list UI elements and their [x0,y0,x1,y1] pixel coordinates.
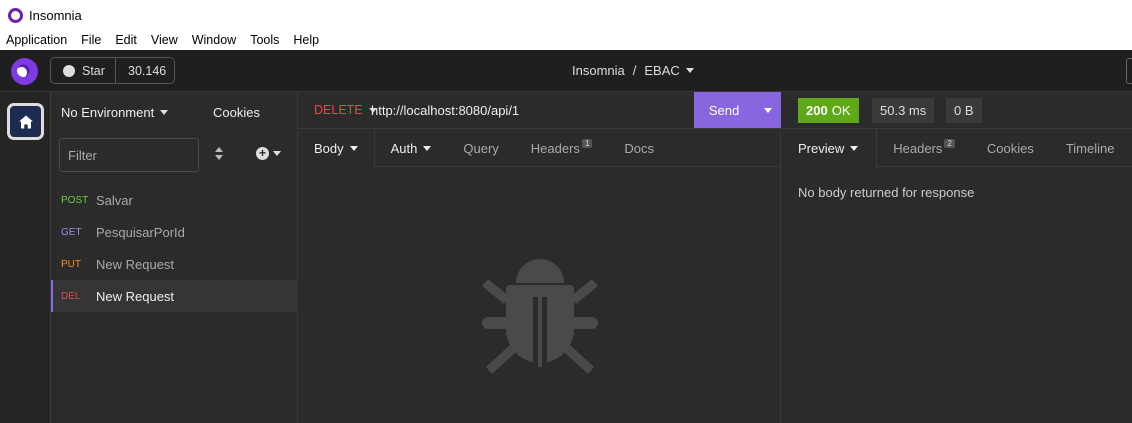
request-item-salvar[interactable]: POST Salvar [51,184,298,216]
request-tabs: Body Auth Query Headers 1 Docs [298,129,780,168]
header-edge-control[interactable] [1126,58,1132,84]
method-select[interactable]: DELETE [314,103,377,117]
sidebar: No Environment Cookies + POST Salvar GET… [51,92,298,423]
chevron-down-icon [160,110,169,115]
method-badge: POST [61,194,89,206]
filter-input[interactable] [59,138,199,172]
tab-query[interactable]: Query [447,129,514,167]
nav-rail [0,92,51,423]
send-options-dropdown[interactable] [754,107,781,113]
response-headers-count-badge: 2 [944,138,955,148]
tab-body[interactable]: Body [298,129,375,168]
chevron-down-icon [349,146,358,151]
tab-timeline-label: Timeline [1065,140,1115,156]
tab-headers-label: Headers [530,140,580,156]
star-label: Star [82,63,105,78]
cookies-button[interactable]: Cookies [213,105,260,120]
breadcrumb: Insomnia / EBAC [572,63,694,78]
star-count: 30.146 [128,63,167,78]
response-tabs: Preview Headers 2 Cookies Timeline [782,129,1132,168]
url-input[interactable] [371,98,691,123]
tab-docs-label: Docs [624,140,655,156]
send-label: Send [708,102,740,118]
tab-auth-label: Auth [390,140,418,156]
menu-edit[interactable]: Edit [115,33,137,47]
method-badge: DEL [61,290,81,302]
plus-circle-icon: + [256,147,269,160]
request-pane: DELETE Send Body Auth Query Headers 1 Do… [298,92,781,423]
tab-preview-label: Preview [798,141,845,156]
star-part[interactable]: Star [51,58,116,83]
response-size-badge: 0 B [946,98,982,123]
chevron-down-icon [273,151,281,156]
status-text: OK [831,103,851,118]
request-name: New Request [96,288,175,304]
menu-bar: Application File Edit View Window Tools … [0,30,1132,50]
tab-auth[interactable]: Auth [375,129,448,167]
home-button[interactable] [7,103,44,140]
method-label: DELETE [314,103,363,117]
tab-body-label: Body [314,141,344,156]
menu-help[interactable]: Help [293,33,319,47]
tab-response-headers[interactable]: Headers 2 [877,129,971,167]
window-titlebar: Insomnia [0,0,1132,30]
request-name: PesquisarPorId [96,224,185,240]
bug-icon [482,259,598,374]
window-title: Insomnia [29,7,82,23]
chevron-down-icon [763,107,772,113]
menu-view[interactable]: View [151,33,178,47]
chevron-down-icon [423,145,432,151]
tab-response-headers-label: Headers [893,140,943,156]
insomnia-brand-icon[interactable] [11,58,38,85]
request-item-put-new[interactable]: PUT New Request [51,248,298,280]
headers-count-badge: 1 [581,138,593,148]
breadcrumb-app[interactable]: Insomnia [572,63,625,78]
request-item-delete-new[interactable]: DEL New Request [51,280,298,312]
breadcrumb-project[interactable]: EBAC [644,63,679,78]
response-time-badge: 50.3 ms [872,98,935,123]
environment-label: No Environment [61,105,155,120]
github-icon [63,64,75,77]
chevron-down-icon [850,146,859,151]
menu-application[interactable]: Application [6,33,67,47]
url-bar: DELETE Send [298,92,781,129]
request-name: Salvar [96,192,133,208]
send-button[interactable]: Send [694,92,781,128]
request-list: POST Salvar GET PesquisarPorId PUT New R… [51,184,298,312]
menu-file[interactable]: File [81,33,101,47]
environment-select[interactable]: No Environment [61,105,169,120]
sort-icon[interactable] [215,147,225,161]
response-status-row: 200 OK 50.3 ms 0 B [782,92,1132,129]
tab-docs[interactable]: Docs [608,129,670,167]
chevron-down-icon[interactable] [685,68,694,73]
method-badge: GET [61,226,82,238]
tab-response-cookies-label: Cookies [986,140,1034,156]
tab-query-label: Query [463,140,499,156]
menu-tools[interactable]: Tools [250,33,279,47]
response-pane: 200 OK 50.3 ms 0 B Preview Headers 2 Coo… [782,92,1132,423]
breadcrumb-separator: / [632,63,637,78]
status-code: 200 [806,103,828,118]
tab-response-cookies[interactable]: Cookies [971,129,1050,167]
add-request-button[interactable]: + [256,147,281,160]
method-badge: PUT [61,258,81,270]
app-header: Star 30.146 Insomnia / EBAC [0,50,1132,92]
home-icon [18,115,33,128]
empty-response-message: No body returned for response [798,185,975,200]
tab-preview[interactable]: Preview [782,129,878,168]
github-star-button[interactable]: Star 30.146 [50,57,175,84]
status-badge: 200 OK [798,98,859,123]
request-item-pesquisarporid[interactable]: GET PesquisarPorId [51,216,298,248]
tab-timeline[interactable]: Timeline [1050,129,1131,167]
menu-window[interactable]: Window [192,33,236,47]
tab-headers[interactable]: Headers 1 [515,129,609,167]
insomnia-logo-icon [8,7,23,23]
request-name: New Request [96,256,175,272]
